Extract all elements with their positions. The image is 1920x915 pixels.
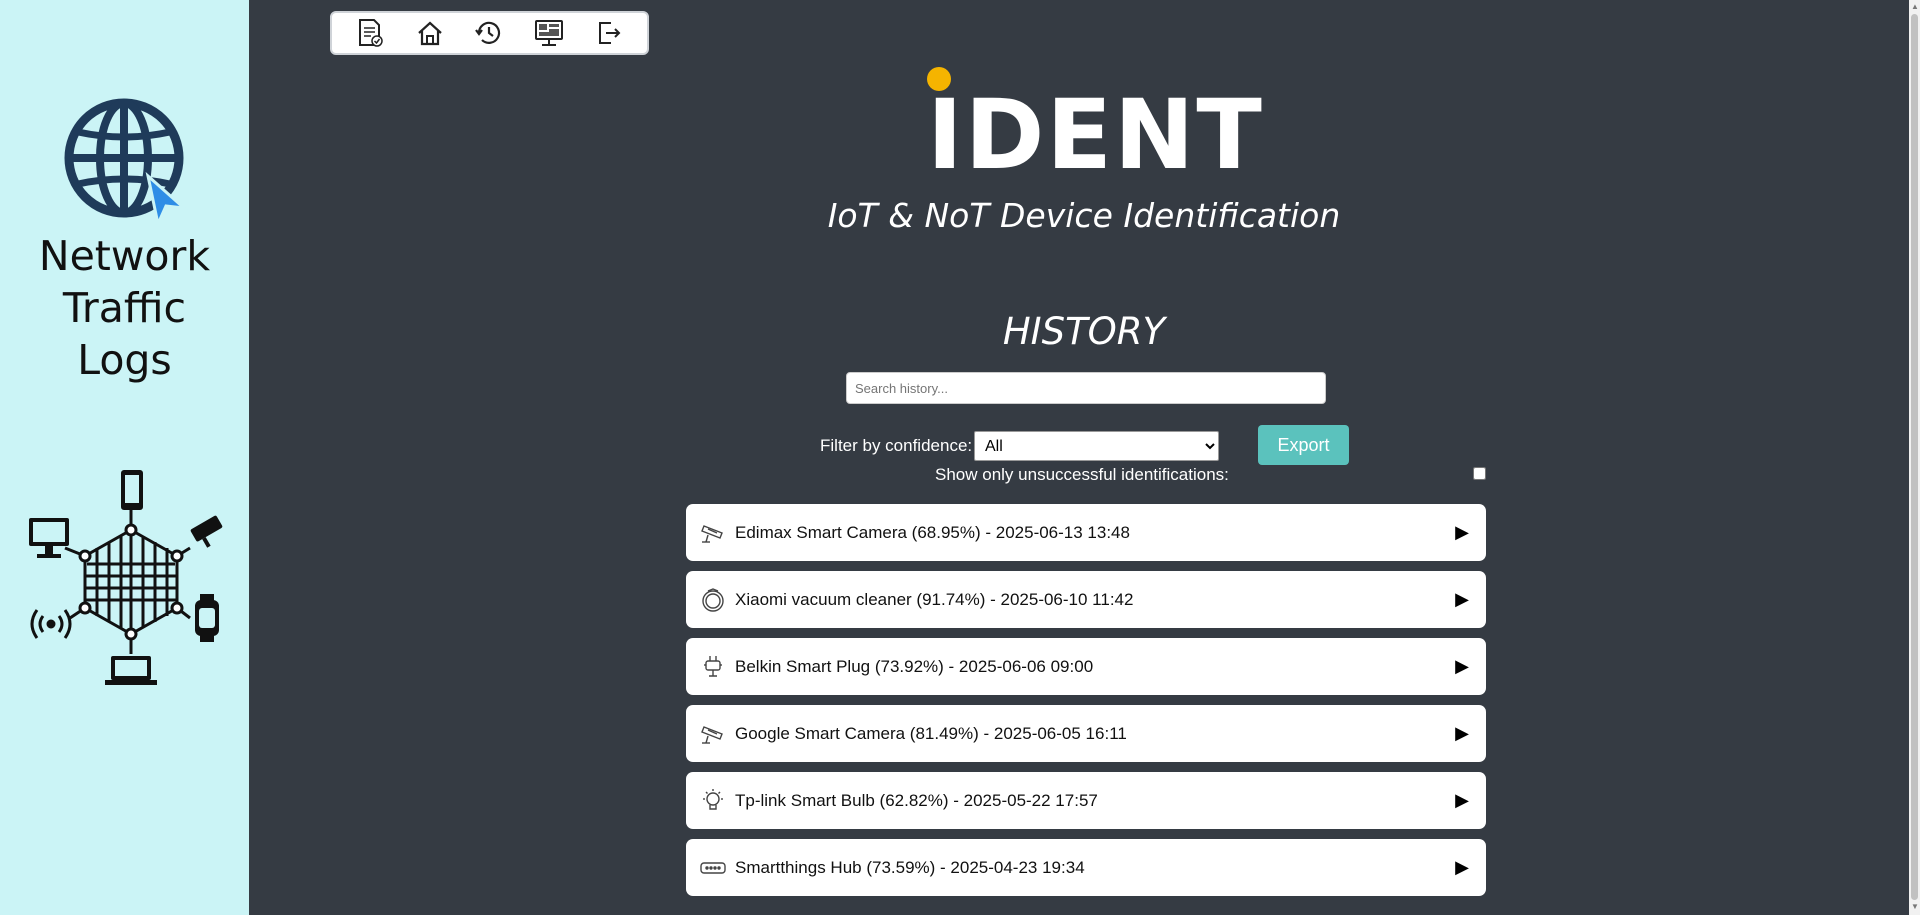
history-item[interactable]: Edimax Smart Camera (68.95%) - 2025-06-1… [686,504,1486,561]
expand-arrow-icon[interactable]: ▶ [1452,857,1472,878]
history-item-label: Google Smart Camera (81.49%) - 2025-06-0… [735,723,1127,743]
export-button[interactable]: Export [1258,425,1349,465]
expand-arrow-icon[interactable]: ▶ [1452,790,1472,811]
scroll-up-arrow-icon[interactable]: ▲ [1911,2,1919,11]
dashboard-button[interactable] [530,15,568,51]
logout-icon [599,22,621,44]
dashboard-icon [535,20,564,46]
toolbar [330,11,649,55]
history-item[interactable]: Tp-link Smart Bulb (62.82%) - 2025-05-22… [686,772,1486,829]
report-icon [358,19,383,47]
plug-icon [700,654,726,680]
history-item-label: Xiaomi vacuum cleaner (91.74%) - 2025-06… [735,589,1134,609]
history-item[interactable]: Belkin Smart Plug (73.92%) - 2025-06-06 … [686,638,1486,695]
history-title: HISTORY [1002,310,1166,353]
camera-icon [700,721,726,747]
history-item-label: Smartthings Hub (73.59%) - 2025-04-23 19… [735,857,1085,877]
sidebar: Network Traffic Logs [0,0,249,915]
history-button[interactable] [470,15,508,51]
history-item-label: Tp-link Smart Bulb (62.82%) - 2025-05-22… [735,790,1098,810]
main-content: IDENT IoT & NoT Device Identification HI… [249,0,1909,915]
hub-icon [700,855,726,881]
bulb-icon [700,788,726,814]
expand-arrow-icon[interactable]: ▶ [1452,589,1472,610]
expand-arrow-icon[interactable]: ▶ [1452,723,1472,744]
history-item[interactable]: Xiaomi vacuum cleaner (91.74%) - 2025-06… [686,571,1486,628]
sidebar-title-line-1: Network [38,232,211,280]
confidence-filter-select[interactable]: All [974,431,1219,461]
globe-cursor-icon [64,98,188,226]
unsuccessful-checkbox[interactable] [1473,467,1486,480]
history-list: Edimax Smart Camera (68.95%) - 2025-06-1… [686,504,1486,906]
unsuccessful-label: Show only unsuccessful identifications: [935,465,1229,484]
expand-arrow-icon[interactable]: ▶ [1452,656,1472,677]
scroll-down-arrow-icon[interactable]: ▼ [1911,902,1919,911]
history-item[interactable]: Smartthings Hub (73.59%) - 2025-04-23 19… [686,839,1486,896]
sidebar-title: Network Traffic Logs [0,230,249,386]
sidebar-title-line-2: Traffic [62,284,187,332]
logo: IDENT [927,62,1262,190]
history-item-label: Edimax Smart Camera (68.95%) - 2025-06-1… [735,522,1130,542]
search-input[interactable] [846,372,1326,404]
scroll-thumb[interactable] [1911,14,1918,900]
vacuum-icon [700,587,726,613]
history-item-label: Belkin Smart Plug (73.92%) - 2025-06-06 … [735,656,1094,676]
expand-arrow-icon[interactable]: ▶ [1452,522,1472,543]
filter-label: Filter by confidence: [820,436,973,455]
report-button[interactable] [351,15,389,51]
history-icon [475,21,501,44]
network-devices-icon [29,470,223,685]
subtitle: IoT & NoT Device Identification [827,196,1341,235]
sidebar-title-line-3: Logs [77,336,172,384]
home-icon [417,21,442,46]
logout-button[interactable] [590,15,628,51]
logo-text: IDENT [927,79,1264,191]
history-item[interactable]: Google Smart Camera (81.49%) - 2025-06-0… [686,705,1486,762]
scrollbar[interactable]: ▲ ▼ [1909,0,1920,915]
camera-icon [700,520,726,546]
home-button[interactable] [411,15,449,51]
